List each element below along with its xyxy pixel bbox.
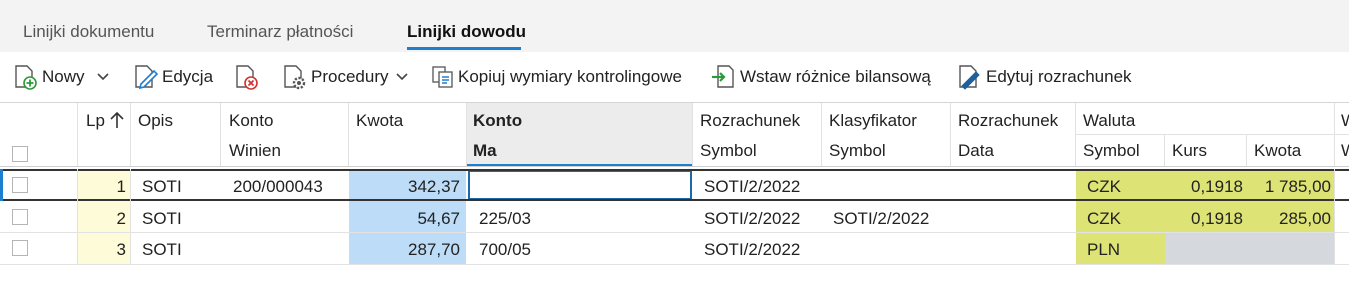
cell-kwota[interactable]: 287,70 xyxy=(349,240,460,260)
cell-konto-winien[interactable]: 200/000043 xyxy=(233,177,323,197)
col-divider xyxy=(466,103,467,166)
edit-button[interactable]: Edycja xyxy=(132,64,213,90)
header-rozrachunek-symbol-line2[interactable]: Symbol xyxy=(700,141,757,161)
edit-settlement-icon xyxy=(959,65,980,90)
cell-lp: 3 xyxy=(116,240,126,259)
header-rozrachunek-symbol-line1[interactable]: Rozrachunek xyxy=(700,111,800,131)
tab-terminarz-platnosci[interactable]: Terminarz płatności xyxy=(207,22,353,42)
cell-rozrachunek-symbol[interactable]: SOTI/2/2022 xyxy=(704,209,800,229)
col-divider xyxy=(950,103,951,166)
header-lp[interactable]: Lp xyxy=(86,111,105,131)
cell-opis[interactable]: SOTI xyxy=(142,209,182,229)
delete-document-icon xyxy=(236,65,258,90)
cell-waluta-kurs[interactable]: 0,1918 xyxy=(1165,209,1243,229)
tab-linijki-dowodu[interactable]: Linijki dowodu xyxy=(407,22,526,42)
cell-waluta-symbol[interactable]: PLN xyxy=(1087,240,1120,260)
tab-bar: Linijki dokumentu Terminarz płatności Li… xyxy=(0,0,1349,52)
col-divider xyxy=(1246,135,1247,166)
col-divider xyxy=(348,103,349,166)
chevron-down-icon[interactable] xyxy=(95,69,111,85)
edit-button-label: Edycja xyxy=(162,67,214,86)
header-konto-ma-line2[interactable]: Ma xyxy=(473,141,497,161)
copy-dimensions-label: Kopiuj wymiary kontrolingowe xyxy=(458,67,682,86)
col-divider xyxy=(220,103,221,166)
insert-difference-button[interactable]: Wstaw różnice bilansową xyxy=(710,64,931,90)
new-document-icon xyxy=(15,65,37,90)
chevron-down-icon[interactable] xyxy=(394,69,410,85)
sort-ascending-icon[interactable] xyxy=(108,110,126,130)
header-rozrachunek-data-line2[interactable]: Data xyxy=(958,141,994,161)
edit-settlement-button[interactable]: Edytuj rozrachunek xyxy=(956,64,1132,90)
waluta-disabled-bg xyxy=(1165,233,1334,265)
col-divider xyxy=(1334,169,1335,265)
col-divider xyxy=(1164,135,1165,166)
header-next-column-line1[interactable]: W xyxy=(1341,111,1349,131)
header-waluta-kurs[interactable]: Kurs xyxy=(1172,141,1207,161)
col-divider xyxy=(130,169,131,265)
cell-waluta-symbol[interactable]: CZK xyxy=(1087,177,1121,197)
copy-icon xyxy=(432,66,453,88)
header-kwota[interactable]: Kwota xyxy=(356,111,403,131)
col-divider xyxy=(77,169,78,265)
header-waluta-group: Waluta xyxy=(1083,111,1136,130)
new-button-label: Nowy xyxy=(42,67,85,86)
header-klasyfikator-line1[interactable]: Klasyfikator xyxy=(829,111,917,131)
konto-ma-editor[interactable] xyxy=(468,170,692,200)
cell-waluta-kurs[interactable]: 0,1918 xyxy=(1165,177,1243,197)
col-divider xyxy=(1075,103,1076,166)
cell-kwota[interactable]: 54,67 xyxy=(349,209,460,229)
header-konto-winien-line2[interactable]: Winien xyxy=(229,141,281,161)
cell-kwota[interactable]: 342,37 xyxy=(349,177,460,197)
tab-linijki-dokumentu[interactable]: Linijki dokumentu xyxy=(23,22,154,42)
col-divider xyxy=(821,103,822,166)
cell-konto-ma[interactable]: 225/03 xyxy=(479,209,531,229)
col-divider xyxy=(130,103,131,166)
header-rozrachunek-data-line1[interactable]: Rozrachunek xyxy=(958,111,1058,131)
cell-lp: 1 xyxy=(116,177,126,196)
header-opis[interactable]: Opis xyxy=(138,111,173,131)
cell-rozrachunek-symbol[interactable]: SOTI/2/2022 xyxy=(704,177,800,197)
col-divider xyxy=(692,103,693,166)
header-group-divider xyxy=(1075,134,1349,135)
insert-difference-label: Wstaw różnice bilansową xyxy=(740,67,931,86)
selected-row-indicator xyxy=(0,169,3,201)
gear-document-icon xyxy=(284,65,306,90)
delete-button[interactable] xyxy=(233,64,259,90)
cell-waluta-kwota[interactable]: 285,00 xyxy=(1246,209,1331,229)
header-waluta-kwota[interactable]: Kwota xyxy=(1254,141,1301,161)
cell-klasyfikator[interactable]: SOTI/2/2022 xyxy=(833,209,929,229)
cell-waluta-symbol[interactable]: CZK xyxy=(1087,209,1121,229)
procedures-button-label: Procedury xyxy=(311,67,389,86)
cell-opis[interactable]: SOTI xyxy=(142,177,182,197)
cell-lp: 2 xyxy=(116,209,126,228)
toolbar: Nowy Edycja Procedury Kopiuj wymiary kon… xyxy=(0,52,1349,102)
header-konto-ma-line1[interactable]: Konto xyxy=(473,111,522,131)
select-all-checkbox[interactable] xyxy=(12,146,28,162)
edit-settlement-label: Edytuj rozrachunek xyxy=(986,67,1132,86)
col-divider xyxy=(77,103,78,166)
cell-rozrachunek-symbol[interactable]: SOTI/2/2022 xyxy=(704,240,800,260)
procedures-button[interactable]: Procedury xyxy=(281,64,410,90)
cell-waluta-kwota[interactable]: 1 785,00 xyxy=(1246,177,1331,197)
cell-konto-ma[interactable]: 700/05 xyxy=(479,240,531,260)
header-next-column-line2[interactable]: W xyxy=(1341,141,1349,161)
row-checkbox[interactable] xyxy=(12,209,28,225)
row-checkbox[interactable] xyxy=(12,240,28,256)
row-divider xyxy=(0,264,1349,265)
insert-arrow-icon xyxy=(712,65,734,88)
cell-opis[interactable]: SOTI xyxy=(142,240,182,260)
row-checkbox[interactable] xyxy=(12,177,28,193)
header-bottom-border xyxy=(0,166,1349,167)
new-button[interactable]: Nowy xyxy=(12,64,111,90)
header-konto-winien-line1[interactable]: Konto xyxy=(229,111,273,131)
row-divider xyxy=(0,232,1349,233)
active-tab-indicator xyxy=(407,47,521,50)
header-klasyfikator-line2[interactable]: Symbol xyxy=(829,141,886,161)
copy-dimensions-button[interactable]: Kopiuj wymiary kontrolingowe xyxy=(430,64,682,90)
edit-document-icon xyxy=(135,65,158,90)
header-waluta-symbol[interactable]: Symbol xyxy=(1083,141,1140,161)
col-divider xyxy=(1334,103,1335,166)
